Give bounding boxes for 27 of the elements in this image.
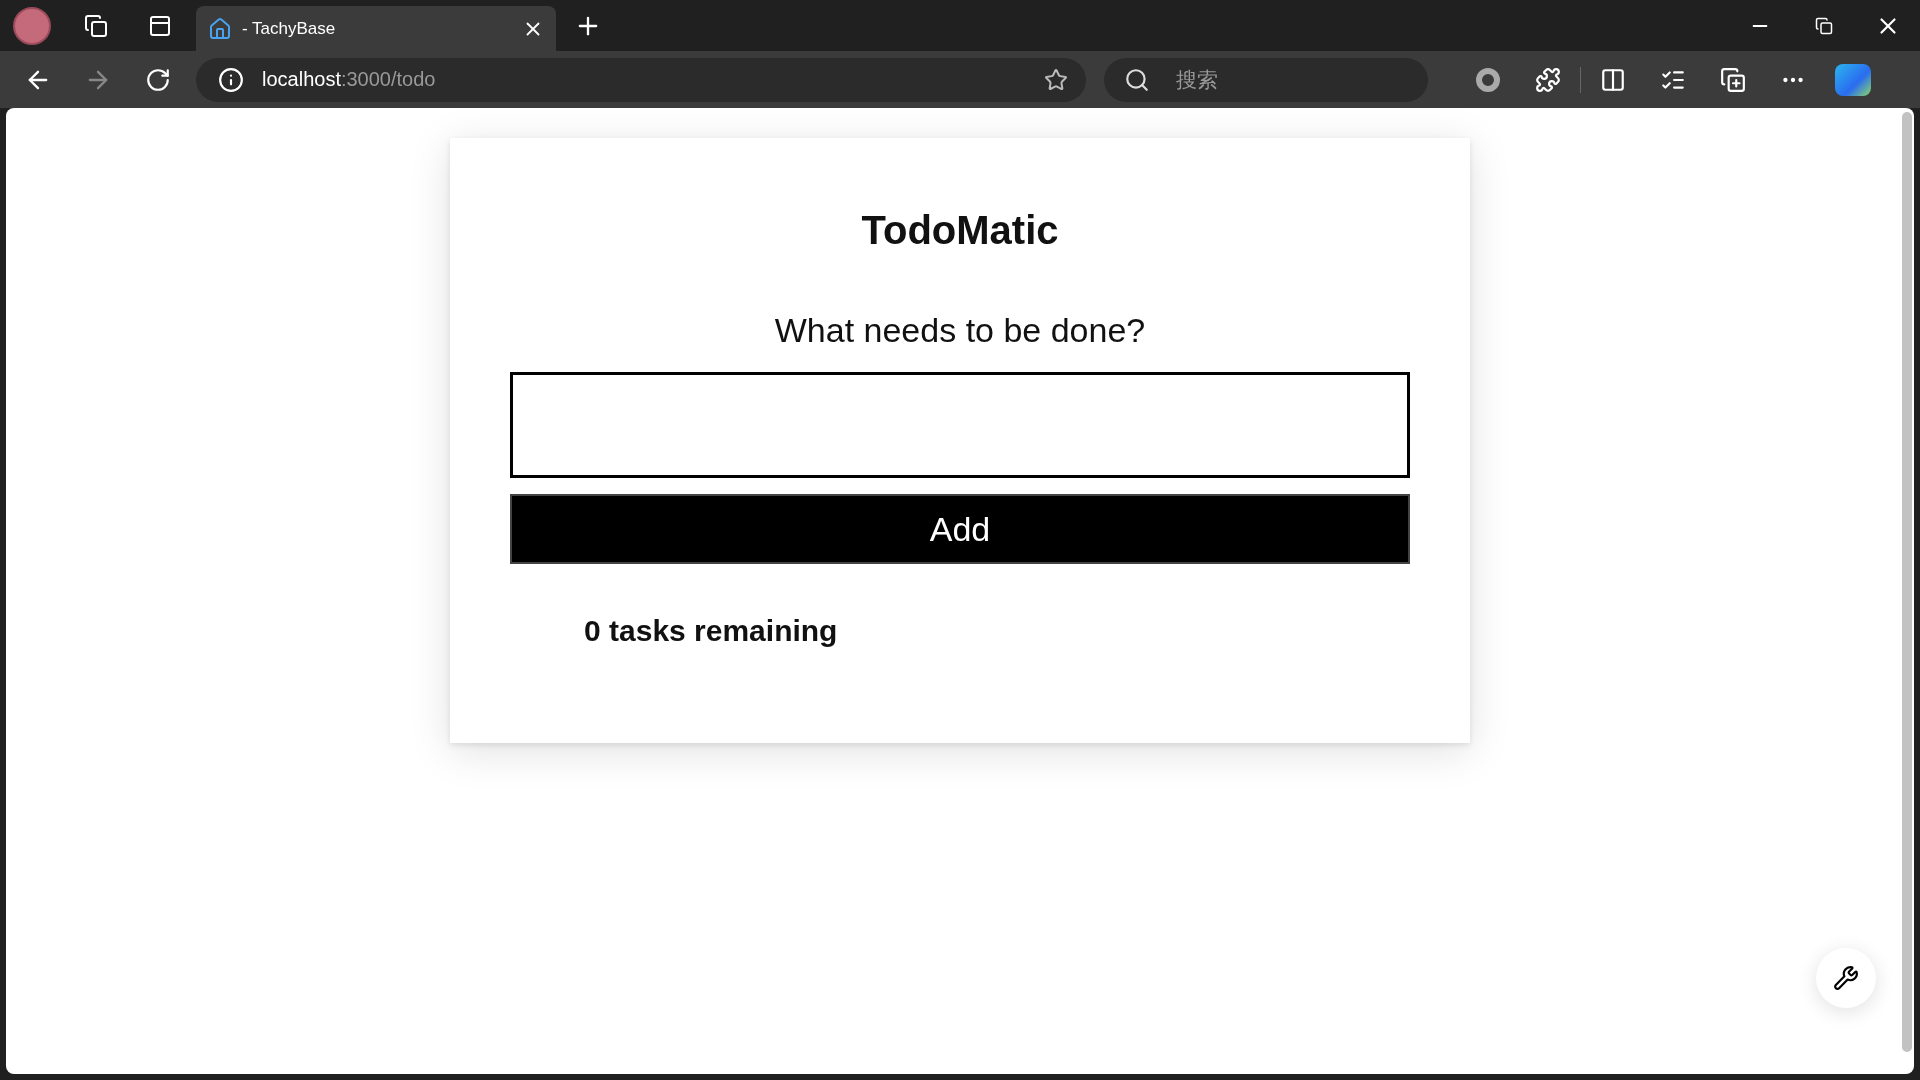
split-screen-icon[interactable] — [1600, 66, 1626, 93]
house-icon — [208, 16, 232, 41]
profile-avatar[interactable] — [13, 6, 51, 45]
address-bar[interactable]: localhost:3000/todo — [196, 57, 1086, 102]
task-input-field[interactable] — [510, 372, 1410, 478]
info-icon[interactable] — [218, 66, 244, 93]
app-title: TodoMatic — [861, 208, 1059, 253]
tasks-remaining: 0 tasks remaining — [584, 614, 838, 648]
wrench-icon — [1833, 965, 1859, 991]
collections-icon[interactable] — [1720, 66, 1746, 93]
workspaces-icon[interactable] — [84, 13, 108, 38]
favorite-star-icon[interactable] — [1044, 67, 1068, 92]
restore-icon[interactable] — [1815, 16, 1833, 35]
tab-actions-icon[interactable] — [148, 13, 172, 38]
search-icon — [1124, 66, 1150, 93]
extensions-icon[interactable] — [1535, 66, 1561, 93]
ring-icon[interactable] — [1476, 67, 1500, 92]
browser-tab[interactable]: - TachyBase — [196, 6, 556, 51]
scrollbar[interactable] — [1902, 112, 1912, 1052]
tab-title: - TachyBase — [242, 18, 337, 39]
search-field[interactable]: 搜索 — [1104, 57, 1428, 102]
prompt-label: What needs to be done? — [774, 311, 1146, 350]
reload-icon[interactable] — [145, 66, 171, 93]
add-button[interactable]: Add — [510, 494, 1410, 564]
copilot-icon[interactable] — [1835, 63, 1871, 96]
url-host: localhost — [262, 68, 341, 91]
url-path: :3000/todo — [340, 68, 436, 91]
